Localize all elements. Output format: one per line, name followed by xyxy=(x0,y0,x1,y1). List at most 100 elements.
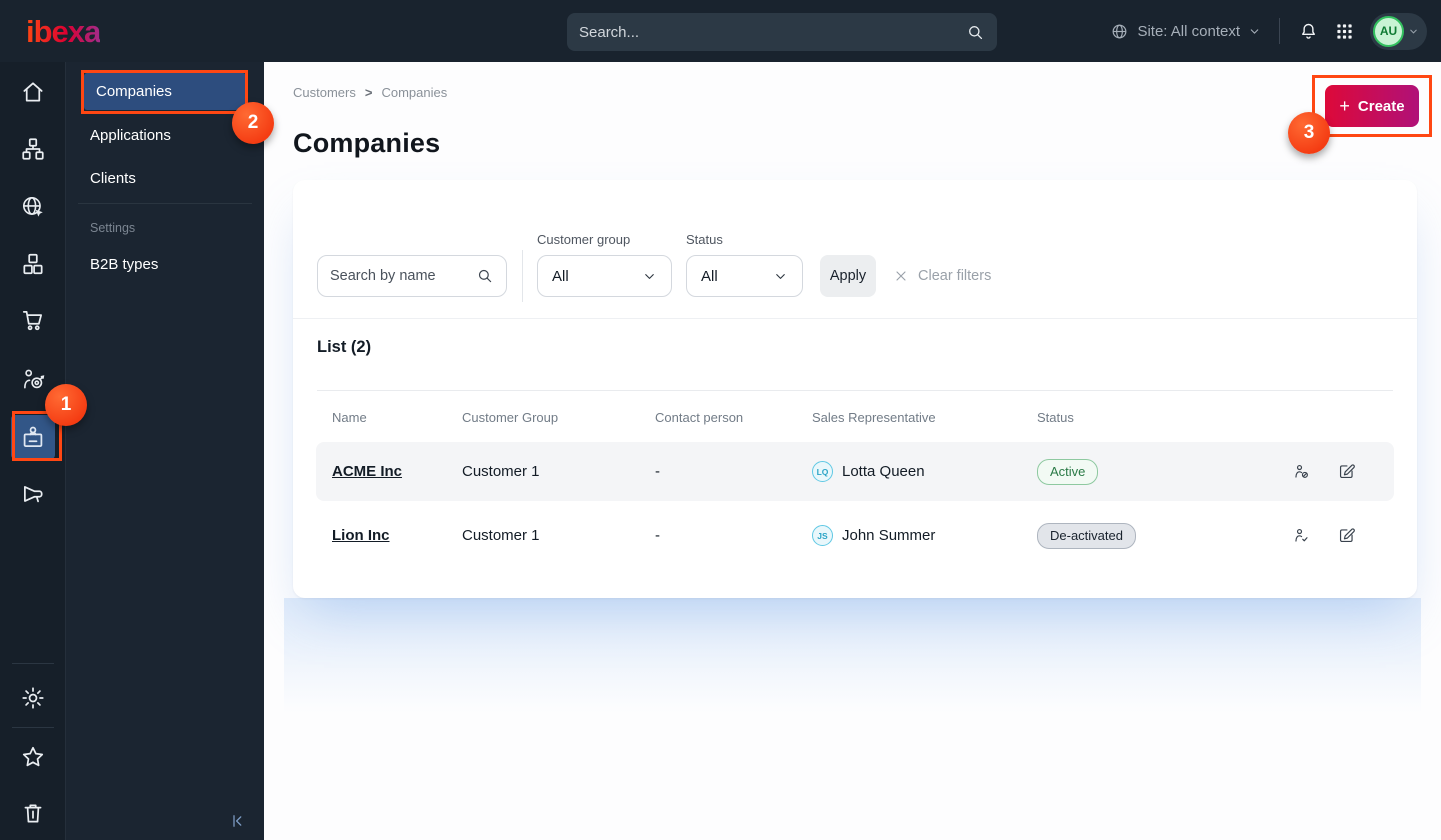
close-icon xyxy=(893,268,909,284)
notifications-bell-icon[interactable] xyxy=(1298,21,1319,42)
sidebar-divider xyxy=(78,203,252,204)
sales-rep-cell: LQ Lotta Queen xyxy=(812,461,1037,482)
column-header-contact-person: Contact person xyxy=(655,409,744,425)
annotation-step-3: 3 xyxy=(1288,112,1330,154)
sidebar-item-clients[interactable]: Clients xyxy=(78,158,252,198)
status-filter-label: Status xyxy=(686,232,723,247)
create-button[interactable]: + Create xyxy=(1325,85,1419,127)
filter-search-input[interactable] xyxy=(330,268,476,284)
column-header-name: Name xyxy=(332,409,367,425)
row-actions xyxy=(1280,526,1394,545)
annotation-step-2: 2 xyxy=(232,102,274,144)
user-menu[interactable]: AU xyxy=(1370,12,1427,50)
sidebar-item-label: Companies xyxy=(96,83,172,100)
company-link[interactable]: Lion Inc xyxy=(332,527,390,544)
home-icon[interactable] xyxy=(13,72,53,112)
sidebar-item-label: Clients xyxy=(90,169,136,187)
clear-filters-button[interactable]: Clear filters xyxy=(893,255,991,297)
sales-rep-name: Lotta Queen xyxy=(842,463,925,480)
commerce-cart-icon[interactable] xyxy=(13,300,53,340)
column-header-sales-representative: Sales Representative xyxy=(812,409,936,425)
customers-icon[interactable] xyxy=(11,415,55,459)
breadcrumb: Customers > Companies xyxy=(293,85,447,100)
customer-group-label: Customer group xyxy=(537,232,631,247)
bookmarks-star-icon[interactable] xyxy=(13,737,53,777)
chevron-down-icon xyxy=(1408,26,1419,37)
company-name-cell: ACME Inc xyxy=(316,463,462,480)
site-context-label: Site: All context xyxy=(1137,22,1240,40)
breadcrumb-separator: > xyxy=(364,85,373,100)
contact-person-cell: - xyxy=(655,463,660,480)
activate-user-icon[interactable] xyxy=(1292,526,1311,545)
table-top-border xyxy=(317,390,1393,391)
topbar-divider xyxy=(1279,18,1280,44)
segments-target-icon[interactable] xyxy=(13,359,53,399)
sidebar-item-label: Applications xyxy=(90,126,171,144)
filter-search[interactable] xyxy=(317,255,507,297)
row-actions xyxy=(1280,462,1394,481)
settings-gear-icon[interactable] xyxy=(13,678,53,718)
sales-rep-avatar: LQ xyxy=(812,461,833,482)
sales-rep-name: John Summer xyxy=(842,527,936,544)
column-header-customer-group: Customer Group xyxy=(462,409,559,425)
filter-divider xyxy=(522,250,523,302)
status-value: All xyxy=(701,267,718,285)
edit-icon[interactable] xyxy=(1337,526,1356,545)
companies-card: Customer group Status All All xyxy=(293,180,1417,598)
icon-rail xyxy=(0,62,66,840)
main-content: Customers > Companies Companies + Create… xyxy=(264,62,1441,840)
status-dropdown[interactable]: All xyxy=(686,255,803,297)
site-context-selector[interactable]: Site: All context xyxy=(1110,22,1261,41)
chevron-down-icon xyxy=(773,269,788,284)
top-bar: ibexa Site: All context xyxy=(0,0,1441,62)
apply-button[interactable]: Apply xyxy=(820,255,876,297)
trash-icon[interactable] xyxy=(13,793,53,833)
customer-group-cell: Customer 1 xyxy=(462,527,540,544)
sidebar-section-label: Settings xyxy=(90,221,136,235)
sidebar-item-companies[interactable]: Companies xyxy=(84,73,246,110)
breadcrumb-customers[interactable]: Customers xyxy=(293,85,356,100)
page-title: Companies xyxy=(293,128,441,158)
list-heading: List (2) xyxy=(317,338,372,356)
app-grid-icon[interactable] xyxy=(1335,22,1354,41)
table-row: ACME Inc Customer 1 - LQ Lotta Queen Act… xyxy=(316,442,1394,501)
clear-filters-label: Clear filters xyxy=(918,268,992,284)
plus-icon: + xyxy=(1339,96,1350,116)
content-tree-icon[interactable] xyxy=(13,129,53,169)
site-icon[interactable] xyxy=(13,187,53,227)
sales-rep-cell: JS John Summer xyxy=(812,525,1037,546)
avatar: AU xyxy=(1373,15,1404,47)
chevron-down-icon xyxy=(1248,25,1261,38)
promotions-megaphone-icon[interactable] xyxy=(13,474,53,514)
global-search-input[interactable] xyxy=(579,23,966,41)
table-row: Lion Inc Customer 1 - JS John Summer De-… xyxy=(316,506,1394,565)
ibexa-logo: ibexa xyxy=(26,14,101,49)
collapse-sidebar-icon[interactable] xyxy=(228,812,246,830)
breadcrumb-companies[interactable]: Companies xyxy=(381,85,447,100)
sidebar-item-applications[interactable]: Applications xyxy=(78,115,252,155)
secondary-sidebar: Companies Applications Clients Settings … xyxy=(66,62,264,840)
edit-icon[interactable] xyxy=(1337,462,1356,481)
chevron-down-icon xyxy=(642,269,657,284)
sidebar-item-b2b-types[interactable]: B2B types xyxy=(78,244,252,284)
status-badge: Active xyxy=(1037,458,1099,485)
table-header: Name Customer Group Contact person Sales… xyxy=(316,402,1394,432)
status-cell: Active xyxy=(1037,458,1280,485)
sidebar-item-label: B2B types xyxy=(90,255,159,273)
global-search[interactable] xyxy=(567,13,997,51)
sales-rep-avatar: JS xyxy=(812,525,833,546)
status-badge: De-activated xyxy=(1037,522,1136,549)
globe-icon xyxy=(1110,22,1129,41)
status-cell: De-activated xyxy=(1037,522,1280,549)
top-bar-right: Site: All context AU xyxy=(1110,0,1427,62)
company-link[interactable]: ACME Inc xyxy=(332,463,402,480)
column-header-status: Status xyxy=(1037,409,1074,425)
customer-group-dropdown[interactable]: All xyxy=(537,255,672,297)
application-window: ibexa Site: All context xyxy=(0,0,1441,840)
product-catalog-icon[interactable] xyxy=(13,244,53,284)
background-glow xyxy=(284,598,1421,713)
company-name-cell: Lion Inc xyxy=(316,527,462,544)
deactivate-user-icon[interactable] xyxy=(1292,462,1311,481)
card-divider xyxy=(293,318,1417,319)
search-icon xyxy=(476,267,494,285)
